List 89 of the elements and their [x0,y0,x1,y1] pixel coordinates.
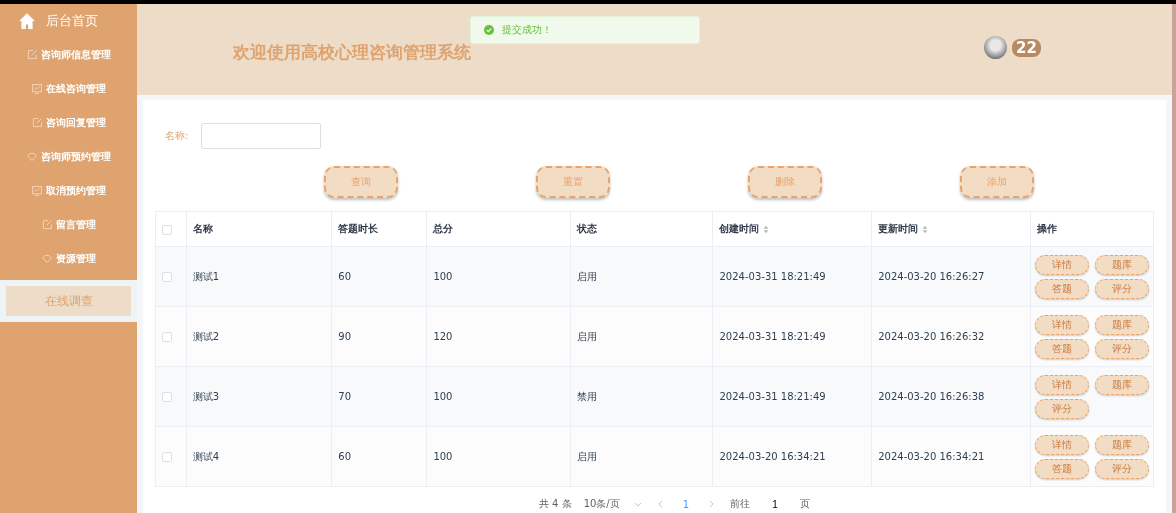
row-action-button[interactable]: 评分 [1035,398,1089,419]
table-cell: 100 [433,451,453,462]
monitor-chart-icon [31,185,43,197]
action-button[interactable]: 重置 [536,166,610,198]
table-cell: 测试3 [192,390,220,402]
avatar[interactable] [984,36,1007,59]
row-action-button[interactable]: 评分 [1095,338,1149,359]
table-cell: 测试4 [192,450,220,462]
table-cell: 启用 [577,450,597,462]
table-cell: 测试1 [192,270,220,282]
checkbox[interactable] [162,392,172,402]
row-action-button[interactable]: 答题 [1035,458,1089,479]
table-cell: 禁用 [577,390,597,402]
menu-item[interactable]: 咨询师信息管理 [26,48,111,62]
edit-icon [41,219,53,231]
monitor-chart-icon [31,83,43,95]
name-input-field[interactable] [201,123,322,149]
column-header: 名称 [192,223,213,234]
row-action-button[interactable]: 题库 [1095,434,1149,455]
column-header: 状态 [577,223,597,234]
checkbox[interactable] [162,272,172,282]
home-icon [18,12,36,30]
action-button[interactable]: 添加 [960,166,1034,198]
row-action-button[interactable]: 答题 [1035,338,1089,359]
row-action-button[interactable]: 题库 [1095,374,1149,395]
menu-item[interactable]: 取消预约管理 [31,184,106,198]
menu-item[interactable]: 咨询师预约管理 [26,150,111,164]
column-header: 总分 [433,223,454,234]
page-number[interactable]: 1 [678,498,694,510]
row-action-button[interactable]: 详情 [1035,254,1089,275]
goto-label: 前往 [730,497,751,511]
table-cell: 测试2 [192,330,220,342]
system-title: 欢迎使用高校心理咨询管理系统 [233,41,471,64]
action-button[interactable]: 删除 [748,166,822,198]
row-action-button[interactable]: 详情 [1035,314,1089,335]
column-header: 操作 [1037,223,1057,234]
table-cell: 2024-03-31 18:21:49 [719,271,826,282]
sortable-column-header[interactable]: 创建时间 [719,223,772,234]
sort-icon [763,224,770,234]
checkbox[interactable] [162,332,172,342]
table-cell: 2024-03-31 18:21:49 [719,331,826,342]
checkbox[interactable] [162,224,172,235]
table-cell: 2024-03-20 16:26:27 [878,271,985,282]
checkbox[interactable] [162,452,172,462]
table-cell: 120 [433,331,453,342]
page-size-select[interactable]: 10条/页 [583,497,642,511]
table-cell: 100 [433,271,453,282]
table-cell: 启用 [577,330,597,342]
table-cell: 60 [338,271,352,282]
action-button[interactable]: 查询 [324,166,398,198]
check-circle-icon [484,25,494,35]
home-menu-item[interactable]: 后台首页 [0,4,137,38]
menu-item[interactable]: 在线咨询管理 [31,82,106,96]
page-suffix: 页 [800,497,811,511]
row-action-button[interactable]: 答题 [1035,278,1089,299]
row-action-button[interactable]: 详情 [1035,374,1089,395]
table-cell: 100 [433,391,453,402]
table-cell: 70 [338,391,352,402]
caret-icon [633,501,642,507]
toast-message: 提交成功！ [502,23,552,37]
menu-item[interactable]: 留言管理 [41,218,96,232]
username: 22 [1012,38,1041,57]
row-action-button[interactable]: 详情 [1035,434,1089,455]
column-header: 答题时长 [338,223,379,234]
table-cell: 2024-03-20 16:26:32 [878,331,985,342]
chevron-left-icon [657,499,663,508]
edit-icon [31,117,43,129]
menu-item[interactable]: 在线调查 [6,286,131,316]
table-cell: 启用 [577,270,597,282]
diamond-icon [26,151,38,163]
diamond-icon [41,253,53,265]
menu-item[interactable]: 咨询回复管理 [31,116,106,130]
sortable-column-header[interactable]: 更新时间 [878,223,931,234]
menu-item[interactable]: 资源管理 [41,252,96,266]
table-cell: 2024-03-31 18:21:49 [719,391,826,402]
table-cell: 2024-03-20 16:34:21 [878,451,985,462]
field-label: 名称: [165,129,189,143]
row-action-button[interactable]: 评分 [1095,458,1149,479]
table-cell: 90 [338,331,352,342]
edit-icon [26,49,38,61]
table-cell: 60 [338,451,352,462]
chevron-right-icon [709,499,715,508]
total-count: 共 4 条 [538,497,572,511]
row-action-button[interactable]: 题库 [1095,314,1149,335]
table-cell: 2024-03-20 16:34:21 [719,451,826,462]
sort-icon [922,224,929,234]
table-cell: 2024-03-20 16:26:38 [878,391,985,402]
row-action-button[interactable]: 评分 [1095,278,1149,299]
row-action-button[interactable]: 题库 [1095,254,1149,275]
